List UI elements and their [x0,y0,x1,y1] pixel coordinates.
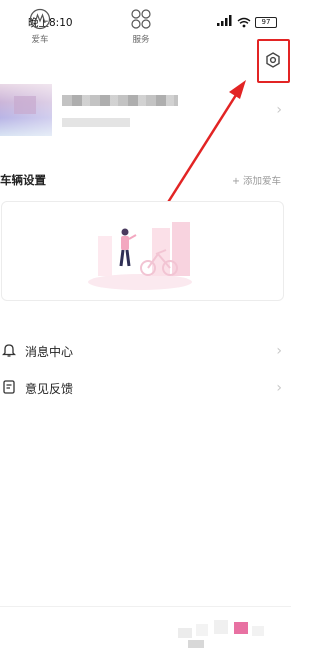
avatar [0,84,52,136]
wifi-icon [237,13,251,32]
menu-label-message-center: 消息中心 [25,345,74,359]
chevron-right-icon: › [276,343,282,359]
status-icons: 97 [217,13,277,32]
nav-label-car: 爱车 [31,35,49,45]
nav-blurred-region [178,620,278,650]
feedback-icon [3,380,15,394]
battery-icon: 97 [255,17,277,28]
bell-icon [2,344,16,357]
menu-item-message-center[interactable]: 消息中心 › [0,336,291,366]
service-grid-icon [131,9,151,29]
car-logo-icon [29,8,51,30]
profile-row[interactable]: › [0,78,291,148]
highlight-box [257,39,290,83]
menu-label-feedback: 意见反馈 [25,382,74,396]
chevron-right-icon: › [276,380,282,396]
nav-tab-service[interactable]: 服务 [121,8,161,48]
add-car-button[interactable]: + 添加爱车 [232,173,281,187]
user-subtitle-blurred [62,118,130,127]
vehicle-card[interactable] [1,201,284,301]
section-title-vehicle-settings: 车辆设置 [0,173,46,187]
username-blurred [62,95,178,106]
menu-item-feedback[interactable]: 意见反馈 › [0,373,291,403]
nav-tab-car[interactable]: 爱车 [20,8,60,48]
nav-label-service: 服务 [132,35,150,45]
vehicle-illustration [88,222,192,290]
chevron-right-icon: › [276,102,282,118]
signal-icon [217,15,233,30]
